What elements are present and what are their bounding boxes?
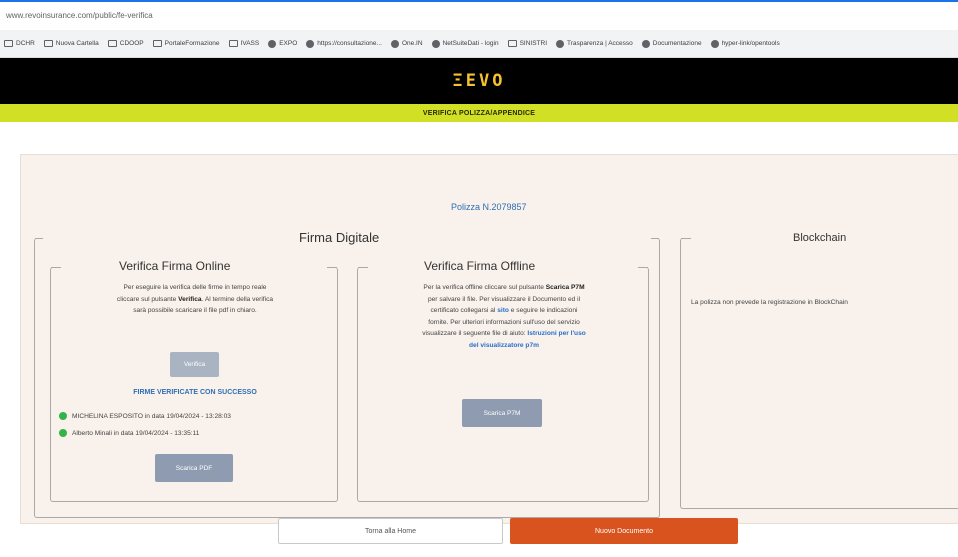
policy-number: Polizza N.2079857 [451, 202, 527, 212]
folder-icon [228, 40, 238, 47]
online-instructions: Per eseguire la verifica delle firme in … [116, 284, 274, 314]
globe-icon [556, 39, 565, 48]
url-text[interactable]: www.revoinsurance.com/public/fe-verifica [6, 11, 153, 20]
scarica-pdf-button[interactable]: Scarica PDF [155, 454, 233, 482]
bookmark-item[interactable]: DCHR [4, 40, 35, 47]
page-title: VERIFICA POLIZZA/APPENDICE [422, 109, 536, 117]
check-icon [59, 429, 67, 437]
bookmark-item[interactable]: Nuova Cartella [43, 40, 99, 47]
check-icon [59, 412, 67, 420]
globe-icon [306, 39, 315, 48]
firma-digitale-title: Firma Digitale [293, 230, 386, 245]
offline-instructions: Per la verifica offline cliccare sul pul… [364, 282, 644, 351]
verifica-button[interactable]: Verifica [170, 352, 219, 377]
verifica-online-title: Verifica Firma Online [113, 259, 237, 273]
bookmark-item[interactable]: NetSuiteDati - login [431, 39, 499, 48]
bookmark-item[interactable]: CDOOP [107, 40, 144, 47]
firma-digitale-section: Firma Digitale Verifica Firma Online Per… [34, 230, 660, 518]
signature-row: MICHELINA ESPOSITO in data 19/04/2024 - … [59, 412, 231, 420]
verifica-online-section: Verifica Firma Online Per eseguire la ve… [50, 259, 338, 502]
bookmark-item[interactable]: PortaleFormazione [152, 40, 220, 47]
github-icon [710, 39, 719, 48]
folder-icon [4, 40, 13, 47]
bookmark-item[interactable]: EXPO [268, 39, 297, 48]
istruzioni-link[interactable]: Istruzioni per l'uso [527, 330, 585, 337]
bookmark-item[interactable]: IVASS [228, 40, 259, 47]
blockchain-section: Blockchain La polizza non prevede la reg… [680, 232, 958, 509]
verifica-offline-title: Verifica Firma Offline [418, 259, 542, 273]
folder-icon [43, 40, 53, 47]
bookmark-item[interactable]: https://consultazione... [306, 39, 382, 48]
bookmark-item[interactable]: Trasparenza | Accesso [556, 39, 633, 48]
site-header: ΞEVO [0, 58, 958, 104]
folder-icon [107, 40, 117, 47]
home-button[interactable]: Torna alla Home [278, 518, 503, 544]
istruzioni-link-cont[interactable]: del visualizzatore p7m [364, 340, 644, 352]
success-message: FIRME VERIFICATE CON SUCCESSO [133, 389, 257, 396]
verifica-offline-section: Verifica Firma Offline Per la verifica o… [357, 259, 649, 502]
blockchain-title: Blockchain [787, 232, 853, 244]
bookmarks-bar: DCHR Nuova Cartella CDOOP PortaleFormazione… [0, 30, 958, 58]
globe-icon [431, 39, 440, 48]
verification-panel: Polizza N.2079857 Firma Digitale Verific… [20, 154, 958, 524]
scarica-p7m-button[interactable]: Scarica P7M [462, 399, 542, 427]
bookmark-item[interactable]: One.IN [390, 39, 423, 48]
folder-icon [507, 40, 517, 47]
blockchain-text: La polizza non prevede la registrazione … [691, 299, 848, 306]
sito-link[interactable]: sito [497, 307, 509, 314]
address-bar[interactable]: www.revoinsurance.com/public/fe-verifica [0, 0, 958, 30]
signature-row: Alberto Minali in data 19/04/2024 - 13:3… [59, 429, 199, 437]
globe-icon [390, 39, 399, 48]
bookmark-item[interactable]: Documentazione [641, 39, 702, 48]
revo-logo[interactable]: ΞEVO [453, 71, 506, 91]
new-document-button[interactable]: Nuovo Documento [510, 518, 738, 544]
page-title-bar: VERIFICA POLIZZA/APPENDICE [0, 104, 958, 122]
bookmark-item[interactable]: hyper-link/opentools [710, 39, 780, 48]
folder-icon [152, 40, 162, 47]
globe-icon [268, 39, 277, 48]
globe-icon [641, 39, 650, 48]
bookmark-item[interactable]: SINISTRI [507, 40, 547, 47]
